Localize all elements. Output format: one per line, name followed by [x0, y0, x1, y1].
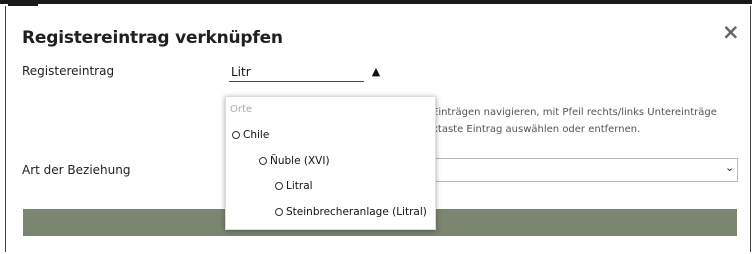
registry-label: Registereintrag	[22, 64, 115, 78]
help-text: Einträgen navigieren, mit Pfeil rechts/l…	[432, 104, 717, 138]
radio-button-icon[interactable]	[232, 131, 240, 139]
dropdown-option[interactable]: Chile	[232, 129, 269, 141]
registry-input[interactable]	[229, 63, 364, 82]
dialog-title: Registereintrag verknüpfen	[22, 28, 283, 48]
chevron-down-icon[interactable]: ⌄	[725, 161, 734, 174]
dropdown-group-header: Orte	[230, 104, 253, 115]
dropdown-option[interactable]: Ñuble (XVI)	[259, 155, 330, 167]
help-text-line-2: xtaste Eintrag auswählen oder entfernen.	[432, 124, 641, 135]
close-icon[interactable]: ×	[722, 21, 740, 43]
window-top-border	[0, 0, 752, 4]
relation-type-label: Art der Beziehung	[22, 163, 131, 177]
option-label: Ñuble (XVI)	[270, 155, 330, 167]
radio-button-icon[interactable]	[259, 157, 267, 165]
radio-button-icon[interactable]	[275, 182, 283, 190]
help-text-line-1: Einträgen navigieren, mit Pfeil rechts/l…	[432, 107, 717, 118]
option-label: Steinbrecheranlage (Litral)	[286, 206, 427, 218]
option-label: Litral	[286, 180, 313, 192]
relation-type-select[interactable]	[426, 158, 738, 182]
radio-button-icon[interactable]	[275, 208, 283, 216]
dropdown-option[interactable]: Litral	[275, 180, 313, 192]
option-label: Chile	[243, 129, 270, 141]
dropdown-option[interactable]: Steinbrecheranlage (Litral)	[275, 206, 427, 218]
triangle-up-icon[interactable]: ▲	[368, 64, 384, 80]
